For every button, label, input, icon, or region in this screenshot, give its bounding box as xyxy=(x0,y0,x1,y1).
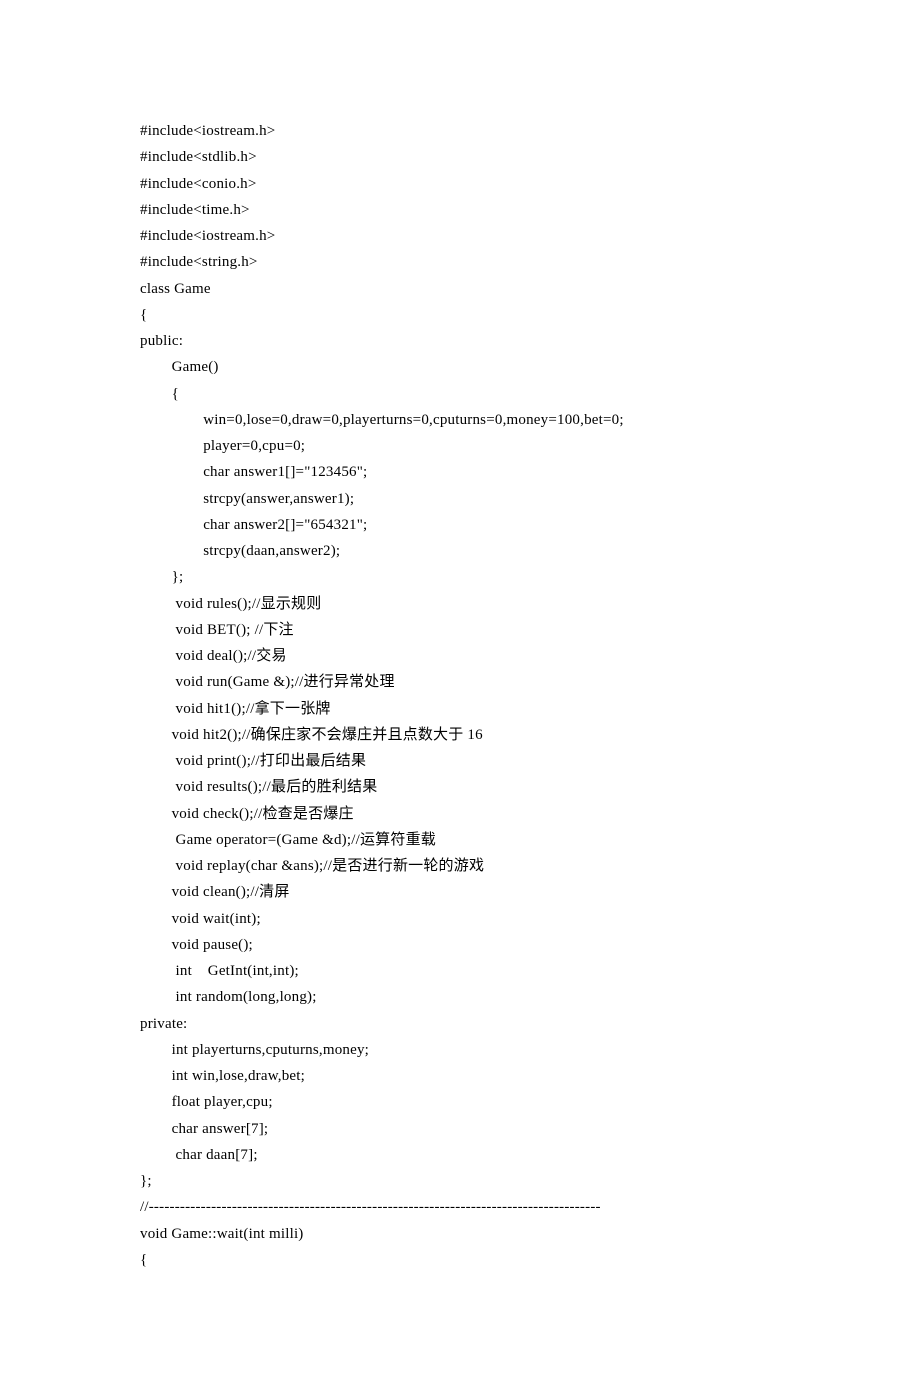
code-line: void run(Game &);//进行异常处理 xyxy=(140,669,780,695)
code-line: #include<iostream.h> xyxy=(140,118,780,144)
code-line: void rules();//显示规则 xyxy=(140,591,780,617)
code-line: void hit2();//确保庄家不会爆庄并且点数大于 16 xyxy=(140,722,780,748)
code-line: class Game xyxy=(140,276,780,302)
code-line: { xyxy=(140,302,780,328)
code-line: #include<time.h> xyxy=(140,197,780,223)
code-line: void replay(char &ans);//是否进行新一轮的游戏 xyxy=(140,853,780,879)
code-line: void BET(); //下注 xyxy=(140,617,780,643)
code-line: char answer1[]="123456"; xyxy=(140,459,780,485)
code-line: { xyxy=(140,381,780,407)
code-line: #include<stdlib.h> xyxy=(140,144,780,170)
code-line: #include<iostream.h> xyxy=(140,223,780,249)
code-line: int GetInt(int,int); xyxy=(140,958,780,984)
code-line: int win,lose,draw,bet; xyxy=(140,1063,780,1089)
code-line: }; xyxy=(140,1168,780,1194)
code-line: player=0,cpu=0; xyxy=(140,433,780,459)
code-line: void print();//打印出最后结果 xyxy=(140,748,780,774)
code-line: float player,cpu; xyxy=(140,1089,780,1115)
code-line: int playerturns,cputurns,money; xyxy=(140,1037,780,1063)
code-line: private: xyxy=(140,1011,780,1037)
code-line: void check();//检查是否爆庄 xyxy=(140,801,780,827)
code-line: void Game::wait(int milli) xyxy=(140,1221,780,1247)
code-line: //--------------------------------------… xyxy=(140,1194,780,1220)
code-line: }; xyxy=(140,564,780,590)
code-line: #include<string.h> xyxy=(140,249,780,275)
code-line: void hit1();//拿下一张牌 xyxy=(140,696,780,722)
code-block: #include<iostream.h> #include<stdlib.h> … xyxy=(140,118,780,1273)
code-line: void clean();//清屏 xyxy=(140,879,780,905)
code-line: Game() xyxy=(140,354,780,380)
code-line: void wait(int); xyxy=(140,906,780,932)
document-page: #include<iostream.h> #include<stdlib.h> … xyxy=(0,0,920,1391)
code-line: public: xyxy=(140,328,780,354)
code-line: void pause(); xyxy=(140,932,780,958)
code-line: strcpy(daan,answer2); xyxy=(140,538,780,564)
code-line: win=0,lose=0,draw=0,playerturns=0,cputur… xyxy=(140,407,780,433)
code-line: void deal();//交易 xyxy=(140,643,780,669)
code-line: char answer2[]="654321"; xyxy=(140,512,780,538)
code-line: #include<conio.h> xyxy=(140,171,780,197)
code-line: { xyxy=(140,1247,780,1273)
code-line: strcpy(answer,answer1); xyxy=(140,486,780,512)
code-line: char answer[7]; xyxy=(140,1116,780,1142)
code-line: int random(long,long); xyxy=(140,984,780,1010)
code-line: void results();//最后的胜利结果 xyxy=(140,774,780,800)
code-line: char daan[7]; xyxy=(140,1142,780,1168)
code-line: Game operator=(Game &d);//运算符重载 xyxy=(140,827,780,853)
